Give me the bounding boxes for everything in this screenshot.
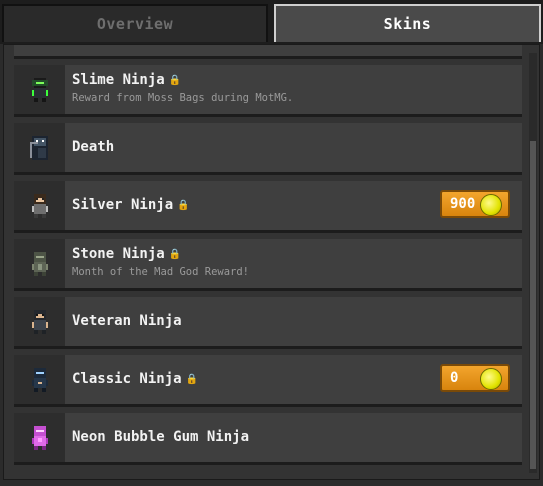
- skin-row-slime-ninja[interactable]: Slime Ninja 🔒 Reward from Moss Bags durin…: [14, 65, 522, 117]
- gold-coin-icon: [480, 368, 502, 390]
- scrollbar-track[interactable]: [529, 53, 537, 473]
- lock-icon: 🔒: [185, 374, 199, 385]
- skin-name: Classic Ninja 🔒: [72, 371, 199, 387]
- veteran-ninja-icon: [14, 297, 65, 346]
- skin-name: Death: [72, 139, 115, 155]
- skin-name: Stone Ninja 🔒: [72, 246, 182, 262]
- skin-name: Silver Ninja 🔒: [72, 197, 190, 213]
- buy-price-button[interactable]: 0: [440, 364, 510, 392]
- death-icon: [14, 123, 65, 172]
- skin-row-silver-ninja[interactable]: Silver Ninja 🔒 900: [14, 181, 522, 233]
- classic-ninja-icon: [14, 355, 65, 404]
- skin-description: Month of the Mad God Reward!: [72, 266, 250, 278]
- tab-bar: Overview Skins: [0, 0, 543, 44]
- skin-description: Reward from Moss Bags during MotMG.: [72, 92, 294, 104]
- price-value: 900: [450, 196, 476, 212]
- tab-skins[interactable]: Skins: [274, 4, 541, 42]
- lock-icon: 🔒: [168, 249, 182, 260]
- scrollbar-thumb[interactable]: [530, 141, 536, 469]
- buy-price-button[interactable]: 900: [440, 190, 510, 218]
- skin-row-veteran-ninja[interactable]: Veteran Ninja: [14, 297, 522, 349]
- skin-name: Neon Bubble Gum Ninja: [72, 429, 250, 445]
- lock-icon: 🔒: [177, 200, 190, 211]
- silver-ninja-icon: [14, 181, 65, 230]
- skin-row-stone-ninja[interactable]: Stone Ninja 🔒 Month of the Mad God Reward…: [14, 239, 522, 291]
- slime-ninja-icon: [14, 65, 65, 114]
- skin-row-classic-ninja[interactable]: Classic Ninja 🔒 0: [14, 355, 522, 407]
- lock-icon: 🔒: [168, 75, 182, 86]
- skin-row-partial: [14, 45, 522, 59]
- stone-ninja-icon: [14, 239, 65, 288]
- gold-coin-icon: [480, 194, 502, 216]
- price-value: 0: [450, 370, 459, 386]
- neon-bubble-gum-ninja-icon: [14, 413, 65, 462]
- skin-row-death[interactable]: Death: [14, 123, 522, 175]
- skin-name: Veteran Ninja: [72, 313, 182, 329]
- skins-panel: Slime Ninja 🔒 Reward from Moss Bags durin…: [3, 44, 540, 480]
- skin-list: Slime Ninja 🔒 Reward from Moss Bags durin…: [14, 45, 522, 471]
- skin-name: Slime Ninja 🔒: [72, 72, 182, 88]
- tab-overview[interactable]: Overview: [2, 4, 268, 42]
- skin-row-neon-bubble-gum-ninja[interactable]: Neon Bubble Gum Ninja: [14, 413, 522, 465]
